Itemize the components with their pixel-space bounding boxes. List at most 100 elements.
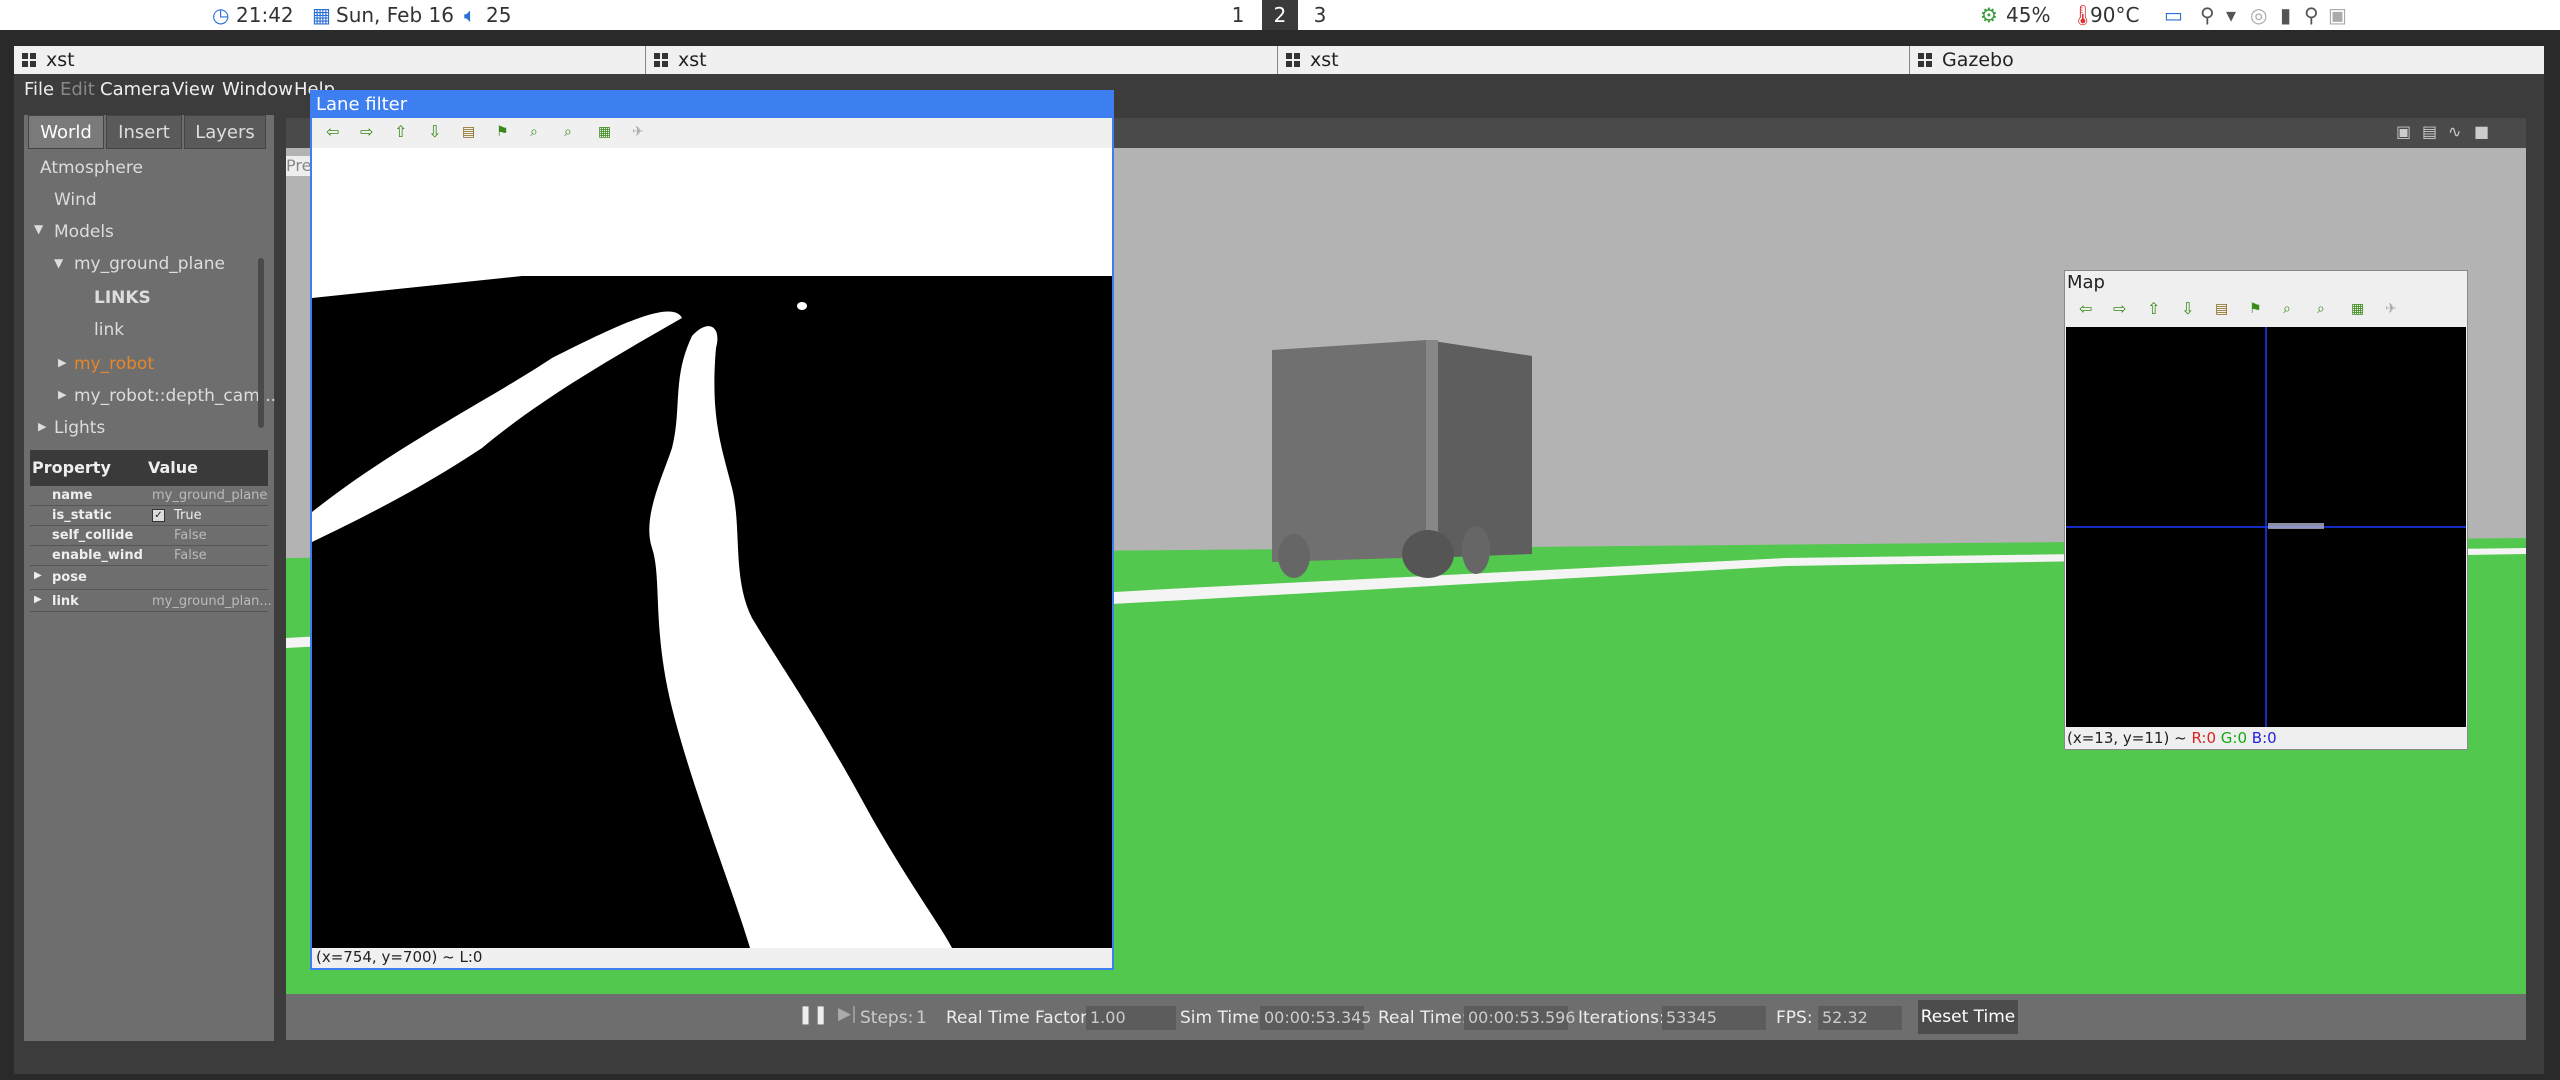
menu-view[interactable]: View [172,79,215,100]
expand-arrow-icon[interactable]: ▼ [54,256,63,270]
workspace-1[interactable]: 1 [1220,0,1256,30]
system-top-bar: ◷ 21:42 ▦ Sun, Feb 16 🔈︎ 25 1 2 3 ⚙ 45% … [0,0,2560,30]
tree-item-links[interactable]: LINKS [94,288,151,308]
zoom-in-icon[interactable]: ⌕ [2283,301,2299,317]
image-icon[interactable]: ▤ [462,124,478,140]
arrow-down-icon[interactable]: ⇩ [2181,301,2197,317]
checkbox-checked-icon[interactable]: ✓ [152,509,165,522]
property-header: Property Value [30,450,268,486]
tree-item-atmosphere[interactable]: Atmosphere [40,158,143,178]
fps-field: 52.32 [1818,1006,1902,1030]
arrow-right-icon[interactable]: ⇨ [360,124,376,140]
lane-mask-image[interactable] [312,148,1112,948]
property-row[interactable]: enable_wind False [30,546,268,566]
map-status-g: G:0 [2220,729,2248,747]
arrow-left-icon[interactable]: ⇦ [326,124,342,140]
expand-arrow-icon[interactable]: ▶ [34,570,42,581]
image-icon[interactable]: ▤ [2215,301,2231,317]
property-value: my_ground_plane [152,488,268,503]
save-icon[interactable]: ▦ [598,124,614,140]
pause-icon[interactable]: ❚❚ [798,1004,828,1025]
map-status-r: R:0 [2191,729,2216,747]
map-toolbar: ⇦ ⇨ ⇧ ⇩ ▤ ⚑ ⌕ ⌕ ▦ ✈ [2065,295,2467,323]
real-time-field: 00:00:53.596 [1464,1006,1575,1030]
map-status-b: B:0 [2251,729,2277,747]
menu-camera[interactable]: Camera [100,79,171,100]
workspace-2[interactable]: 2 [1262,0,1298,30]
task-xst-1[interactable]: xst [14,46,646,74]
tab-layers[interactable]: Layers [184,115,266,149]
reset-time-button[interactable]: Reset Time [1918,1000,2018,1034]
usb-icon: ▮ [2280,3,2292,27]
world-tree: Atmosphere Wind ▼ Models ▼ my_ground_pla… [30,150,276,438]
property-table: Property Value name my_ground_plane is_s… [30,450,272,612]
property-row[interactable]: self_collide False [30,526,268,546]
tree-item-ground-plane[interactable]: my_ground_plane [74,254,225,274]
tree-item-link[interactable]: link [94,320,124,340]
viewport-partial-label: Pre [286,156,312,176]
property-row[interactable]: is_static ✓ True [30,506,268,526]
iterations-label: Iterations: [1578,1008,1665,1028]
zoom-out-icon[interactable]: ⌕ [564,124,580,140]
save-icon[interactable]: ▦ [2351,301,2367,317]
map-status-coords: (x=13, y=11) ~ [2067,729,2187,747]
flag-icon[interactable]: ⚑ [496,124,512,140]
tree-item-lights[interactable]: Lights [54,418,105,438]
menu-edit[interactable]: Edit [60,79,95,100]
expand-arrow-icon[interactable]: ▶ [38,420,46,433]
task-xst-3[interactable]: xst [1278,46,1910,74]
arrow-right-icon[interactable]: ⇨ [2113,301,2129,317]
calendar-icon: ▦ [312,3,331,27]
expand-arrow-icon[interactable]: ▶ [34,594,42,605]
arrow-left-icon[interactable]: ⇦ [2079,301,2095,317]
property-row-pose[interactable]: ▶ pose [30,566,268,590]
map-image[interactable] [2066,327,2466,727]
lane-filter-title[interactable]: Lane filter [312,92,1112,118]
tab-insert[interactable]: Insert [106,115,182,149]
step-icon[interactable]: ▶| [838,1004,857,1024]
property-name: is_static [52,508,112,523]
tree-item-wind[interactable]: Wind [54,190,97,210]
settings-icon[interactable]: ✈ [2385,301,2401,317]
window-icon [654,53,668,67]
property-row[interactable]: name my_ground_plane [30,486,268,506]
cpu-usage: 45% [2006,3,2051,27]
temperature-value: 90°C [2090,3,2140,27]
map-title[interactable]: Map [2065,271,2469,295]
map-window: Map ⇦ ⇨ ⇧ ⇩ ▤ ⚑ ⌕ ⌕ ▦ ✈ (x=13, y=11) ~ R… [2064,270,2468,750]
tree-item-my-robot[interactable]: my_robot [74,354,154,374]
arrow-up-icon[interactable]: ⇧ [2147,301,2163,317]
plot-icon[interactable]: ∿ [2448,122,2461,141]
date-text: Sun, Feb 16 [336,3,454,27]
cpu-icon: ⚙ [1980,3,1998,27]
settings-icon[interactable]: ✈ [632,124,648,140]
menu-file[interactable]: File [24,79,54,100]
window-icon [1286,53,1300,67]
zoom-in-icon[interactable]: ⌕ [530,124,546,140]
workspace-3[interactable]: 3 [1302,0,1338,30]
tab-world[interactable]: World [28,115,104,149]
task-xst-2[interactable]: xst [646,46,1278,74]
expand-arrow-icon[interactable]: ▶ [58,388,66,401]
tree-item-depth-cam[interactable]: my_robot::depth_cam... [74,386,276,406]
flag-icon[interactable]: ⚑ [2249,301,2265,317]
lane-filter-status: (x=754, y=700) ~ L:0 [312,948,1112,968]
menu-window[interactable]: Window [222,79,293,100]
expand-arrow-icon[interactable]: ▶ [58,356,66,369]
battery-icon: ▭ [2164,3,2183,27]
expand-arrow-icon[interactable]: ▼ [34,222,43,236]
task-gazebo[interactable]: Gazebo [1910,46,2544,74]
zoom-out-icon[interactable]: ⌕ [2317,301,2333,317]
tree-item-models[interactable]: Models [54,222,114,242]
video-icon[interactable]: ■ [2474,122,2489,141]
arrow-up-icon[interactable]: ⇧ [394,124,410,140]
clock-icon: ◷ [212,3,230,27]
network-icon: ◎ [2250,3,2268,27]
property-value: my_ground_plan... [152,594,272,609]
screenshot-icon[interactable]: ▣ [2396,122,2411,141]
property-row-link[interactable]: ▶ link my_ground_plan... [30,590,272,612]
arrow-down-icon[interactable]: ⇩ [428,124,444,140]
log-icon[interactable]: ▤ [2422,122,2437,141]
steps-value[interactable]: 1 [916,1008,927,1028]
tree-scrollbar[interactable] [258,258,264,428]
